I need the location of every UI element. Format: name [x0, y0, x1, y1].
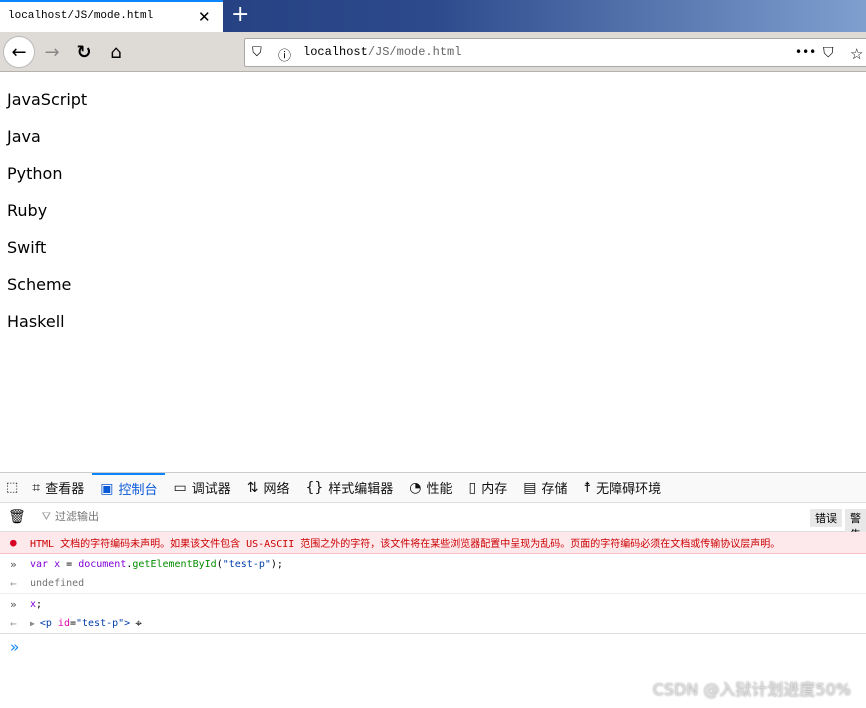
home-icon[interactable]: ⌂: [100, 36, 132, 68]
tab-performance[interactable]: ◔ 性能: [401, 473, 460, 503]
network-icon: ⇅: [246, 479, 259, 496]
accessibility-icon: ☨: [583, 479, 592, 496]
back-icon[interactable]: ←: [3, 36, 35, 68]
tab-memory[interactable]: ▯ 内存: [461, 473, 516, 503]
watermark: CSDN @入狱计划进度50%: [652, 680, 851, 699]
more-icon[interactable]: •••: [795, 45, 816, 59]
element-picker-icon[interactable]: ⬚: [0, 473, 24, 503]
filter-input[interactable]: [55, 511, 656, 523]
trash-icon[interactable]: 🗑: [8, 509, 26, 525]
filter-icon: ⛛: [41, 510, 52, 523]
output-arrow-icon: ←: [10, 577, 17, 590]
output-arrow-icon: ←: [10, 617, 17, 630]
url-path: /JS/mode.html: [367, 45, 462, 59]
performance-icon: ◔: [409, 479, 422, 496]
list-item: Scheme: [7, 275, 72, 294]
expand-triangle-icon[interactable]: ▶: [30, 619, 35, 628]
filter-bar: 🗑 ⛛ 错误 警告: [0, 503, 866, 543]
url-host: localhost: [303, 45, 368, 59]
close-icon[interactable]: ✕: [198, 8, 211, 26]
storage-icon: ▤: [523, 479, 537, 496]
error-icon: ●: [10, 536, 17, 549]
tab-title: localhost/JS/mode.html: [8, 10, 154, 22]
tab-style-editor[interactable]: {} 样式编辑器: [297, 473, 401, 503]
reload-icon[interactable]: ↻: [68, 36, 100, 68]
tab-storage[interactable]: ▤ 存储: [515, 473, 575, 503]
list-item: Swift: [7, 238, 47, 257]
input-chevron-icon: »: [10, 597, 17, 611]
pocket-icon[interactable]: ⛉: [823, 45, 834, 61]
list-item: Python: [7, 164, 63, 183]
info-icon[interactable]: ⓘ: [278, 45, 291, 64]
address-bar[interactable]: ⛉ ⓘ localhost/JS/mode.html ••• ⛉ ☆: [244, 38, 866, 67]
inspector-icon: ⌗: [32, 479, 41, 496]
dom-node-link[interactable]: <p id="test-p">: [40, 618, 130, 629]
devtools-panel: ⬚ ⌗ 查看器 ▣ 控制台 ▭ 调试器 ⇅ 网络 {} 样式编辑器 ◔ 性能 ▯ 内存 ▤ 存储…: [0, 472, 866, 708]
tab-debugger[interactable]: ▭ 调试器: [165, 473, 238, 503]
tab-inspector[interactable]: ⌗ 查看器: [24, 473, 92, 503]
forward-icon[interactable]: →: [36, 36, 68, 68]
prompt-chevron-icon: »: [10, 638, 20, 656]
devtools-toolbar: ⬚ ⌗ 查看器 ▣ 控制台 ▭ 调试器 ⇅ 网络 {} 样式编辑器 ◔ 性能 ▯ 内存 ▤ 存储…: [0, 472, 866, 503]
select-node-icon[interactable]: ⌖: [135, 616, 142, 631]
tab-accessibility[interactable]: ☨ 无障碍环境: [576, 473, 670, 503]
shield-icon[interactable]: ⛉: [252, 45, 262, 60]
filter-errors-button[interactable]: 错误: [810, 509, 842, 527]
list-item: Haskell: [7, 312, 65, 331]
style-editor-icon: {}: [305, 479, 324, 496]
list-item: Java: [7, 127, 41, 146]
console-error: ● HTML 文档的字符编码未声明。如果该文件包含 US-ASCII 范围之外的…: [0, 532, 866, 554]
console-output: ← ▶ <p id="test-p"> ⌖: [0, 614, 866, 634]
star-icon[interactable]: ☆: [850, 45, 863, 63]
error-message: HTML 文档的字符编码未声明。如果该文件包含 US-ASCII 范围之外的字符…: [30, 539, 781, 550]
console-output: ← undefined: [0, 574, 866, 594]
browser-tab[interactable]: localhost/JS/mode.html ✕: [0, 0, 223, 32]
tab-console[interactable]: ▣ 控制台: [92, 472, 166, 503]
debugger-icon: ▭: [173, 479, 187, 496]
console-prompt[interactable]: »: [0, 634, 866, 660]
list-item: Ruby: [7, 201, 48, 220]
list-item: JavaScript: [7, 90, 88, 109]
console-icon: ▣: [100, 480, 114, 497]
tab-bar: localhost/JS/mode.html ✕ +: [0, 0, 866, 32]
nav-bar: ← → ↻ ⌂ ⛉ ⓘ localhost/JS/mode.html ••• ⛉…: [0, 32, 866, 72]
console-input: » var x = document. getElementById("test-…: [0, 554, 866, 574]
input-chevron-icon: »: [10, 557, 17, 571]
new-tab-icon[interactable]: +: [231, 2, 249, 27]
tab-network[interactable]: ⇅ 网络: [239, 473, 298, 503]
memory-icon: ▯: [468, 479, 477, 496]
console-input: » x;: [0, 594, 866, 614]
